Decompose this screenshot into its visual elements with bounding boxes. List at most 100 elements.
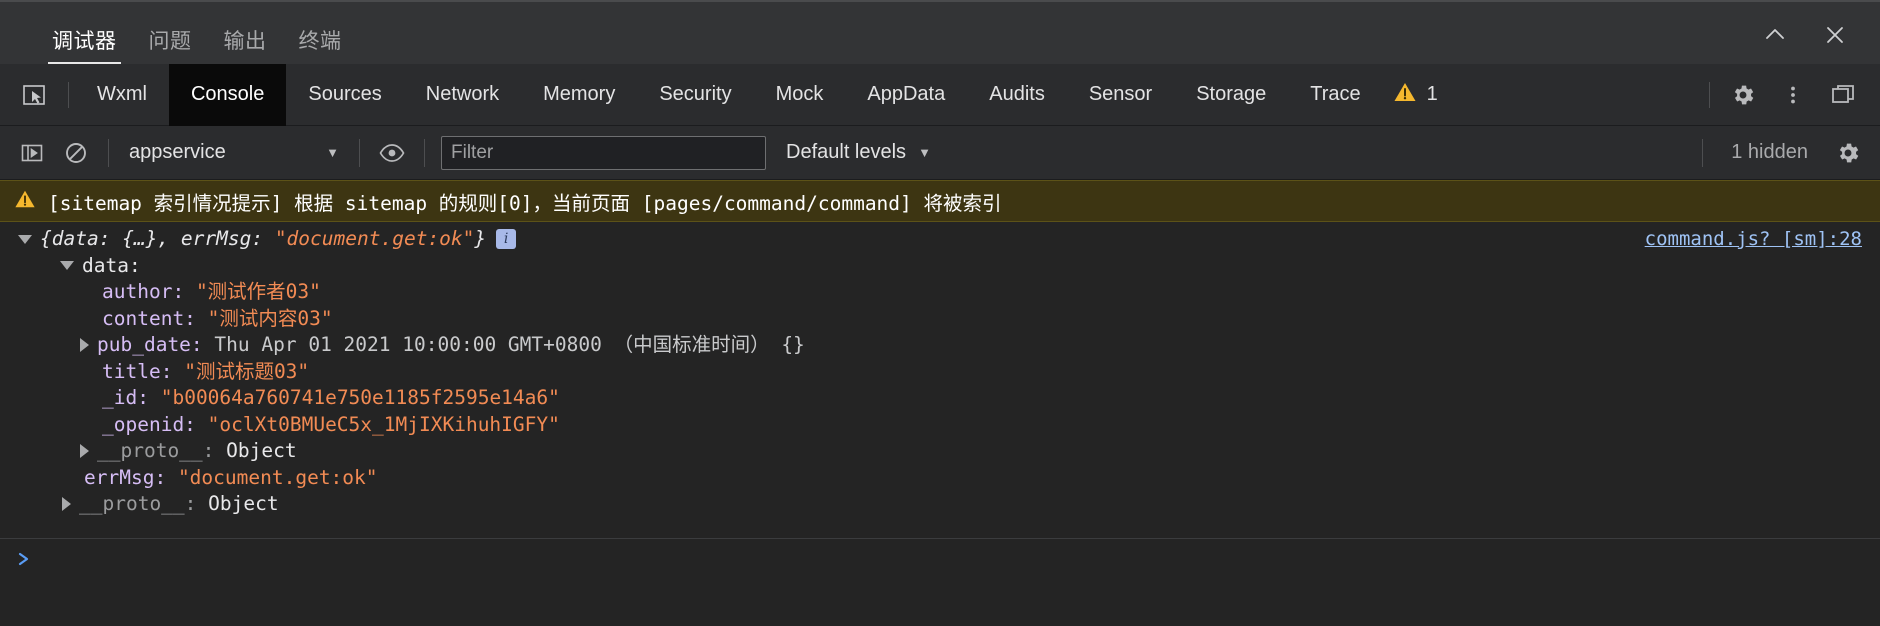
panel-tab-debugger[interactable]: 调试器 [36,31,133,64]
panel-tab-output[interactable]: 输出 [208,31,283,64]
tab-label: AppData [867,83,946,105]
tab-label: Storage [1196,83,1267,105]
console-context-label: appservice [129,141,226,163]
object-property-row: content: "测试内容03" [0,306,1880,333]
log-level-label: Default levels [786,141,907,163]
console-sidebar-icon[interactable] [10,131,54,175]
toolbar-divider [108,138,109,167]
clear-console-icon[interactable] [54,131,98,175]
object-property-row[interactable]: __proto__: Object [0,438,1880,465]
console-filter-input[interactable] [441,135,766,170]
object-property-row[interactable]: pub_date: Thu Apr 01 2021 10:00:00 GMT+0… [0,332,1880,359]
console-prompt-input[interactable] [42,549,1880,573]
toolbar-divider [1709,81,1710,108]
property-key: __proto__: [79,492,197,515]
prompt-caret-icon [16,549,32,574]
toolbar-divider [424,138,425,167]
object-preview-row[interactable]: {data: {…}, errMsg: "document.get:ok"} i [0,226,1880,253]
property-key: _openid: [102,412,196,436]
log-level-selector[interactable]: Default levels ▼ [772,141,945,164]
object-property-row[interactable]: data: [0,253,1880,280]
live-expression-icon[interactable] [370,131,414,175]
panel-tab-label: 问题 [148,30,192,53]
property-key: data: [82,253,141,277]
warning-triangle-icon [1393,80,1417,110]
toolbar-divider [359,138,360,167]
close-icon[interactable] [1818,18,1852,52]
tab-storage[interactable]: Storage [1174,64,1288,126]
tab-label: Mock [775,83,824,105]
ide-panel-bar: 调试器 问题 输出 终端 [0,0,1880,64]
panel-tab-label: 调试器 [52,30,117,53]
console-context-selector[interactable]: appservice ▼ [119,141,349,164]
property-value: "b00064a760741e750e1185f2595e14a6" [160,386,560,409]
info-badge-icon[interactable]: i [496,229,517,250]
toolbar-divider [68,81,69,108]
toolbar-divider [1702,138,1704,167]
property-key: author: [102,280,185,303]
tab-sources[interactable]: Sources [286,64,403,126]
tab-label: Console [190,83,265,105]
object-property-row: _openid: "oclXt0BMUeC5x_1MjIXKihuhIGFY" [0,412,1880,439]
tab-appdata[interactable]: AppData [845,64,967,126]
panel-tab-problems[interactable]: 问题 [133,31,208,64]
property-value: "测试内容03" [207,306,333,330]
console-warning-message[interactable]: [sitemap 索引情况提示] 根据 sitemap 的规则[0]，当前页面 … [0,180,1880,222]
tab-trace[interactable]: Trace [1288,64,1382,126]
chevron-down-icon: ▼ [918,145,931,160]
inspect-element-icon[interactable] [6,64,62,126]
dock-window-icon[interactable] [1820,72,1866,118]
disclosure-triangle-icon[interactable] [80,338,89,353]
tab-memory[interactable]: Memory [521,64,637,126]
gear-icon[interactable] [1720,72,1766,118]
property-key: __proto__: [97,439,215,462]
kebab-menu-icon[interactable] [1770,72,1816,118]
property-key: _id: [102,386,149,409]
source-location-link[interactable]: command.js? [sm]:28 [1645,228,1862,250]
object-preview-errmsg-value: "document.get:ok" [274,227,475,250]
warning-count-label: 1 [1426,83,1438,105]
warning-count-indicator[interactable]: 1 [1383,80,1454,110]
gear-icon[interactable] [1826,131,1870,175]
tab-label: Security [659,83,732,105]
tab-label: Wxml [97,83,147,105]
tab-audits[interactable]: Audits [967,64,1067,126]
property-value: "oclXt0BMUeC5x_1MjIXKihuhIGFY" [207,412,560,436]
console-prompt-row[interactable] [0,537,1880,584]
disclosure-triangle-icon[interactable] [18,234,32,244]
property-value: Object [226,439,297,462]
property-value: "document.get:ok" [177,465,378,489]
property-key: title: [102,359,173,383]
object-property-row: author: "测试作者03" [0,279,1880,306]
tab-label: Trace [1310,83,1361,105]
object-property-row: errMsg: "document.get:ok" [0,465,1880,492]
panel-tab-terminal[interactable]: 终端 [283,31,358,64]
disclosure-triangle-icon[interactable] [60,261,74,271]
property-key: content: [102,306,196,330]
tab-wxml[interactable]: Wxml [75,64,169,126]
tab-mock[interactable]: Mock [754,64,846,126]
tab-network[interactable]: Network [404,64,521,126]
tab-console[interactable]: Console [168,63,287,126]
disclosure-triangle-icon[interactable] [62,497,71,512]
tab-sensor[interactable]: Sensor [1067,64,1174,126]
console-toolbar-right: 1 hidden [1692,131,1870,175]
object-property-row: _id: "b00064a760741e750e1185f2595e14a6" [0,385,1880,412]
disclosure-triangle-icon[interactable] [80,444,89,459]
property-value: "测试作者03" [195,280,321,303]
warning-triangle-icon [14,188,36,214]
tab-label: Sensor [1088,83,1153,105]
devtools-tab-strip: Wxml Console Sources Network Memory Secu… [0,63,1880,126]
tab-security[interactable]: Security [637,64,753,126]
console-toolbar: appservice ▼ Default levels ▼ 1 hidden [0,126,1880,180]
property-key: pub_date: [97,333,203,356]
panel-tab-list: 调试器 问题 输出 终端 [0,31,358,64]
property-key: errMsg: [84,465,167,489]
tab-label: Audits [989,83,1045,105]
object-preview-prefix: {data: {…}, errMsg: [40,227,275,250]
tab-label: Network [425,83,500,105]
object-property-row[interactable]: __proto__: Object [0,491,1880,518]
property-value: Thu Apr 01 2021 10:00:00 GMT+0800 （中国标准时… [214,333,805,356]
chevron-up-icon[interactable] [1758,18,1792,52]
property-value: "测试标题03" [184,359,310,383]
